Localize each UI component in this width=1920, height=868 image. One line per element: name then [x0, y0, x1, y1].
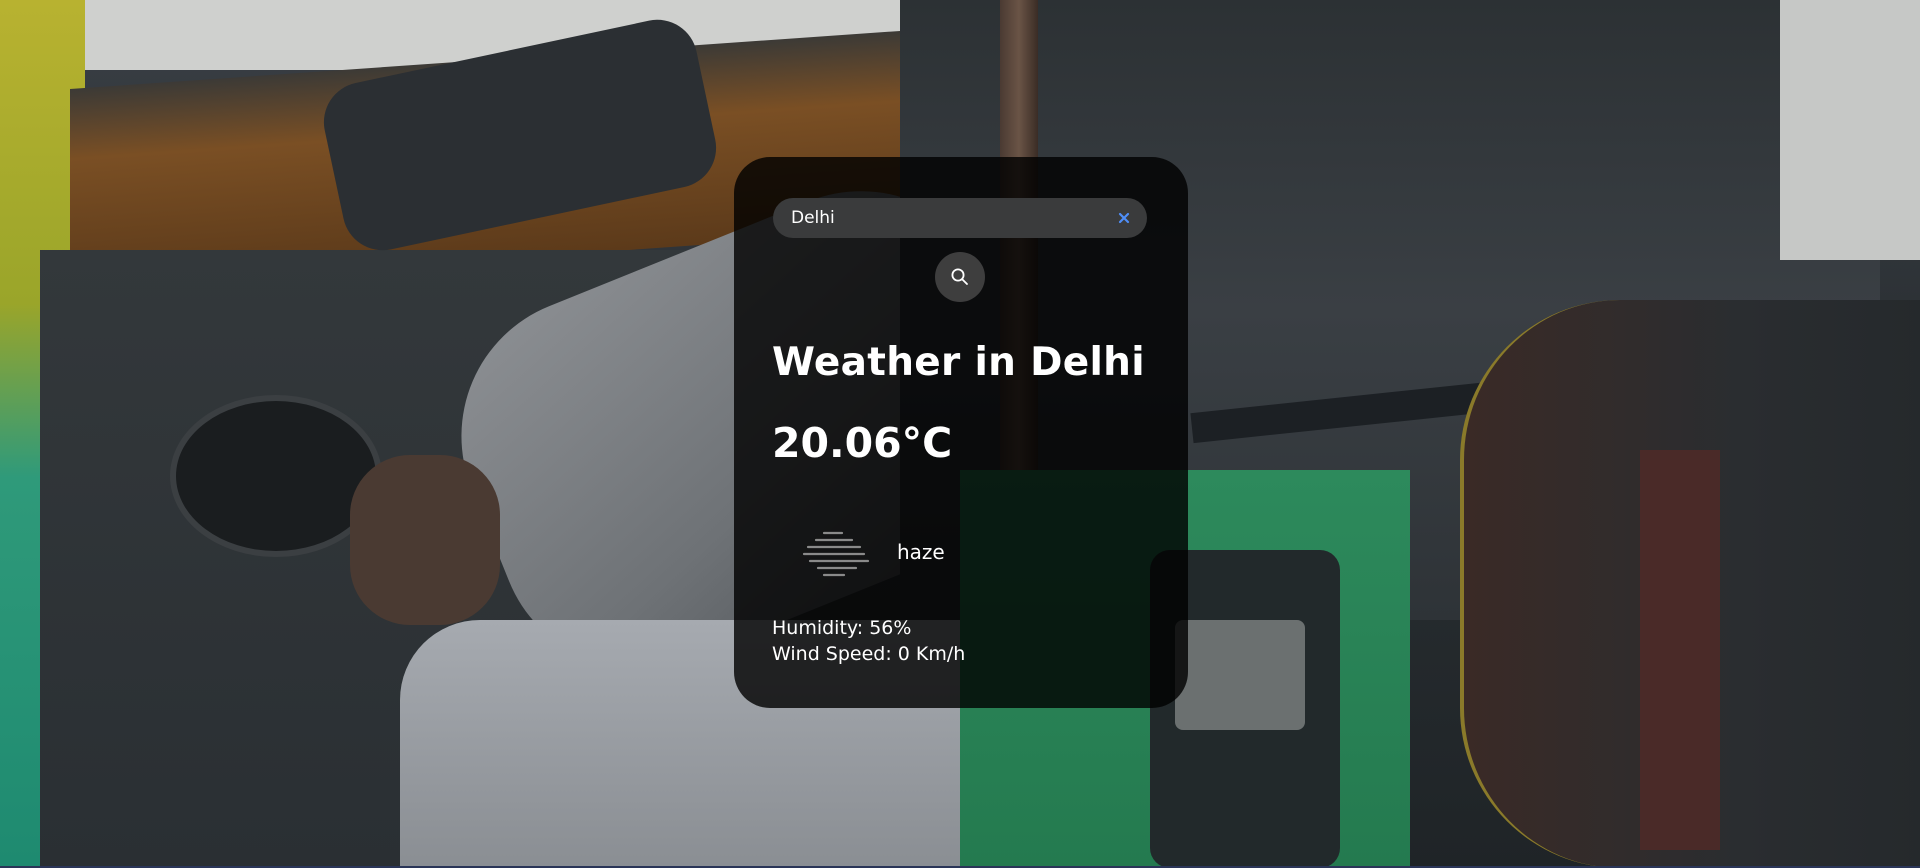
clear-search-button[interactable]: [1112, 206, 1136, 230]
weather-description: haze: [897, 540, 945, 564]
search-button[interactable]: [935, 252, 985, 302]
temperature: 20.06°C: [772, 419, 953, 467]
search-input[interactable]: [773, 198, 1147, 238]
close-icon: [1118, 212, 1130, 224]
weather-title: Weather in Delhi: [772, 340, 1145, 385]
haze-icon: [802, 531, 870, 577]
weather-card: Weather in Delhi 20.06°C haze Humidity: …: [734, 157, 1188, 708]
search-icon: [951, 268, 968, 285]
wind-speed-readout: Wind Speed: 0 Km/h: [772, 643, 966, 665]
humidity-readout: Humidity: 56%: [772, 617, 912, 639]
